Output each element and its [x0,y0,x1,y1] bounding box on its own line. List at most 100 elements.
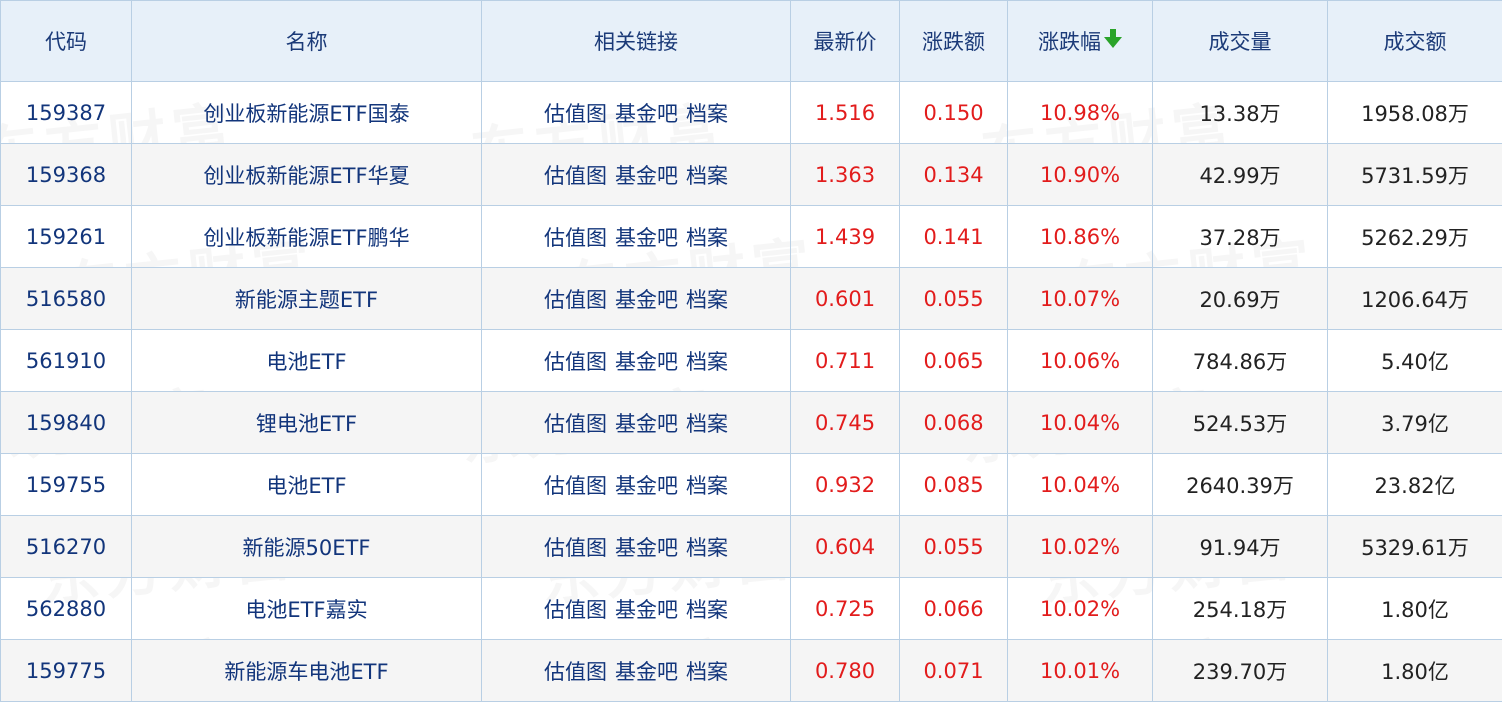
cell-price: 0.604 [790,515,900,578]
cell-code[interactable]: 561910 [0,329,132,392]
cell-price: 1.516 [790,81,900,144]
cell-code[interactable]: 562880 [0,577,132,640]
link-profile[interactable]: 档案 [686,660,728,684]
link-fund-forum[interactable]: 基金吧 [615,412,678,436]
link-fund-forum[interactable]: 基金吧 [615,164,678,188]
table-row: 562880 电池ETF嘉实 估值图 基金吧 档案 0.725 0.066 10.02% 254… [0,577,1502,640]
link-profile[interactable]: 档案 [686,536,728,560]
link-fund-forum[interactable]: 基金吧 [615,474,678,498]
cell-links: 估值图 基金吧 档案 [481,391,791,454]
cell-price: 0.780 [790,639,900,702]
cell-volume: 20.69万 [1152,267,1328,330]
cell-change: 0.085 [899,453,1008,516]
link-valuation-chart[interactable]: 估值图 [544,350,607,374]
cell-change-pct: 10.04% [1007,391,1153,454]
cell-code[interactable]: 516270 [0,515,132,578]
link-valuation-chart[interactable]: 估值图 [544,474,607,498]
cell-code[interactable]: 159261 [0,205,132,268]
cell-name[interactable]: 创业板新能源ETF国泰 [131,81,482,144]
cell-links: 估值图 基金吧 档案 [481,577,791,640]
link-profile[interactable]: 档案 [686,226,728,250]
cell-links: 估值图 基金吧 档案 [481,81,791,144]
link-profile[interactable]: 档案 [686,102,728,126]
header-code[interactable]: 代码 [0,0,132,82]
link-valuation-chart[interactable]: 估值图 [544,226,607,250]
header-name[interactable]: 名称 [131,0,482,82]
link-profile[interactable]: 档案 [686,412,728,436]
link-fund-forum[interactable]: 基金吧 [615,226,678,250]
link-fund-forum[interactable]: 基金吧 [615,660,678,684]
header-change[interactable]: 涨跌额 [899,0,1008,82]
link-profile[interactable]: 档案 [686,350,728,374]
cell-amount: 5262.29万 [1327,205,1502,268]
table-row: 159755 电池ETF 估值图 基金吧 档案 0.932 0.085 10.04% 2640.… [0,453,1502,516]
table-row: 159775 新能源车电池ETF 估值图 基金吧 档案 0.780 0.071 10.01% 2… [0,639,1502,702]
cell-volume: 91.94万 [1152,515,1328,578]
cell-change-pct: 10.90% [1007,143,1153,206]
cell-code[interactable]: 516580 [0,267,132,330]
link-profile[interactable]: 档案 [686,288,728,312]
table-row: 159387 创业板新能源ETF国泰 估值图 基金吧 档案 1.516 0.150 10.98… [0,81,1502,144]
cell-code[interactable]: 159368 [0,143,132,206]
link-valuation-chart[interactable]: 估值图 [544,412,607,436]
cell-change-pct: 10.02% [1007,515,1153,578]
cell-amount: 5.40亿 [1327,329,1502,392]
cell-name[interactable]: 新能源车电池ETF [131,639,482,702]
link-fund-forum[interactable]: 基金吧 [615,350,678,374]
cell-change: 0.068 [899,391,1008,454]
header-price[interactable]: 最新价 [790,0,900,82]
link-fund-forum[interactable]: 基金吧 [615,102,678,126]
cell-price: 0.601 [790,267,900,330]
link-valuation-chart[interactable]: 估值图 [544,598,607,622]
cell-change-pct: 10.07% [1007,267,1153,330]
cell-price: 1.439 [790,205,900,268]
cell-volume: 239.70万 [1152,639,1328,702]
cell-name[interactable]: 新能源主题ETF [131,267,482,330]
cell-name[interactable]: 新能源50ETF [131,515,482,578]
cell-name[interactable]: 创业板新能源ETF华夏 [131,143,482,206]
cell-name[interactable]: 创业板新能源ETF鹏华 [131,205,482,268]
header-change-pct-label: 涨跌幅 [1038,30,1101,54]
cell-links: 估值图 基金吧 档案 [481,267,791,330]
sort-desc-arrow-icon[interactable] [1104,28,1122,48]
header-amount[interactable]: 成交额 [1327,0,1502,82]
cell-name[interactable]: 电池ETF [131,453,482,516]
cell-name[interactable]: 锂电池ETF [131,391,482,454]
link-profile[interactable]: 档案 [686,598,728,622]
link-valuation-chart[interactable]: 估值图 [544,288,607,312]
link-profile[interactable]: 档案 [686,164,728,188]
cell-links: 估值图 基金吧 档案 [481,329,791,392]
cell-change: 0.066 [899,577,1008,640]
link-valuation-chart[interactable]: 估值图 [544,102,607,126]
cell-volume: 784.86万 [1152,329,1328,392]
cell-amount: 5731.59万 [1327,143,1502,206]
link-fund-forum[interactable]: 基金吧 [615,598,678,622]
header-change-pct[interactable]: 涨跌幅 [1007,0,1153,82]
header-volume[interactable]: 成交量 [1152,0,1328,82]
cell-volume: 42.99万 [1152,143,1328,206]
cell-name[interactable]: 电池ETF嘉实 [131,577,482,640]
link-profile[interactable]: 档案 [686,474,728,498]
cell-code[interactable]: 159387 [0,81,132,144]
cell-name[interactable]: 电池ETF [131,329,482,392]
cell-amount: 5329.61万 [1327,515,1502,578]
link-valuation-chart[interactable]: 估值图 [544,536,607,560]
cell-price: 0.711 [790,329,900,392]
link-valuation-chart[interactable]: 估值图 [544,660,607,684]
link-fund-forum[interactable]: 基金吧 [615,536,678,560]
cell-code[interactable]: 159755 [0,453,132,516]
cell-volume: 13.38万 [1152,81,1328,144]
cell-change: 0.055 [899,515,1008,578]
link-valuation-chart[interactable]: 估值图 [544,164,607,188]
cell-amount: 1958.08万 [1327,81,1502,144]
table-row: 561910 电池ETF 估值图 基金吧 档案 0.711 0.065 10.06% 784.8… [0,329,1502,392]
link-fund-forum[interactable]: 基金吧 [615,288,678,312]
cell-change-pct: 10.86% [1007,205,1153,268]
cell-code[interactable]: 159840 [0,391,132,454]
cell-volume: 524.53万 [1152,391,1328,454]
cell-change: 0.065 [899,329,1008,392]
cell-change-pct: 10.02% [1007,577,1153,640]
cell-code[interactable]: 159775 [0,639,132,702]
cell-volume: 2640.39万 [1152,453,1328,516]
cell-change-pct: 10.98% [1007,81,1153,144]
